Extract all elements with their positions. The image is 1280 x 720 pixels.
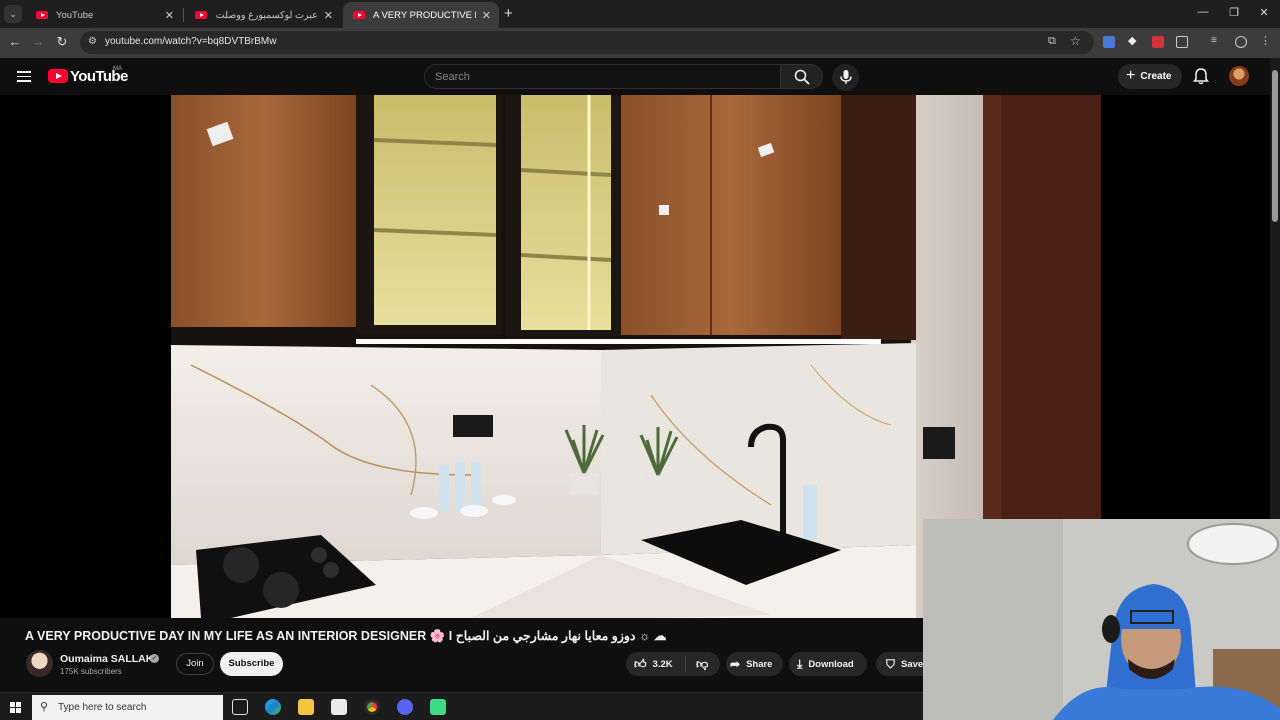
search-button[interactable]: [781, 64, 823, 89]
address-bar[interactable]: ⚙ youtube.com/watch?v=bq8DVTBrBMw ⧉ ☆: [80, 31, 1094, 54]
create-label: Create: [1140, 71, 1172, 82]
save-label: Save: [901, 658, 924, 670]
like-dislike-group: 👍︎ 3.2K 👎︎: [626, 652, 720, 676]
subscriber-count: 175K subscribers: [60, 667, 122, 676]
close-tab-icon[interactable]: ✕: [482, 9, 491, 22]
webcam-person-image: [923, 519, 1280, 720]
close-window-icon[interactable]: ✕: [1254, 6, 1274, 19]
close-tab-icon[interactable]: ✕: [324, 9, 333, 22]
video-title: A VERY PRODUCTIVE DAY IN MY LIFE AS AN I…: [25, 629, 667, 643]
join-button[interactable]: Join: [176, 653, 214, 675]
file-explorer-icon[interactable]: [298, 699, 314, 715]
forward-button[interactable]: →: [29, 34, 47, 49]
edge-browser-icon[interactable]: [265, 699, 281, 715]
site-info-icon[interactable]: ⚙: [88, 36, 97, 47]
notifications-bell-icon[interactable]: [1192, 67, 1210, 85]
browser-tab-video-arabic[interactable]: عبرت لوكسمبورغ ووصلت صواح... ✕: [185, 2, 341, 28]
account-avatar[interactable]: [1229, 66, 1249, 86]
verified-badge-icon: ✓: [150, 654, 159, 663]
menu-hamburger-icon[interactable]: [17, 71, 31, 82]
browser-menu-icon[interactable]: ⋮: [1260, 34, 1272, 47]
youtube-favicon-icon: [353, 11, 365, 19]
webcam-overlay: [923, 519, 1280, 720]
tab-list-dropdown-button[interactable]: ⌄: [4, 5, 22, 23]
extension-diamond-icon[interactable]: ◆: [1128, 34, 1140, 47]
browser-toolbar: ← → ↻ ⚙ youtube.com/watch?v=bq8DVTBrBMw …: [0, 28, 1280, 58]
like-button[interactable]: 👍︎ 3.2K: [626, 656, 686, 672]
extensions-puzzle-icon[interactable]: [1176, 36, 1188, 48]
minimize-window-icon[interactable]: —: [1193, 6, 1213, 18]
search-icon: [794, 69, 810, 85]
create-button[interactable]: + Create: [1118, 64, 1182, 89]
subscribe-button[interactable]: Subscribe: [220, 652, 283, 676]
search-input[interactable]: Search: [424, 64, 781, 89]
windows-taskbar: ⚲ Type here to search: [0, 692, 923, 720]
youtube-favicon-icon: [195, 11, 207, 19]
windows-start-icon[interactable]: [10, 702, 21, 713]
tab-title: عبرت لوكسمبورغ ووصلت صواح...: [215, 9, 318, 21]
youtube-favicon-icon: [36, 11, 48, 19]
channel-name[interactable]: Oumaima SALLAK: [60, 653, 153, 665]
browser-tab-strip: ⌄ YouTube ✕ عبرت لوكسمبورغ ووصلت صواح...…: [0, 0, 1280, 28]
chrome-browser-icon[interactable]: [364, 699, 380, 715]
microsoft-store-icon[interactable]: [331, 699, 347, 715]
tab-separator: [183, 8, 184, 22]
bookmark-star-icon[interactable]: ☆: [1070, 34, 1081, 48]
back-button[interactable]: ←: [6, 34, 24, 49]
channel-avatar[interactable]: [26, 650, 53, 677]
taskbar-search-placeholder: Type here to search: [58, 702, 147, 713]
new-tab-button[interactable]: +: [504, 5, 513, 22]
install-app-icon[interactable]: ⧉: [1048, 35, 1056, 48]
youtube-logo-icon[interactable]: [48, 69, 68, 83]
restore-window-icon[interactable]: ❐: [1224, 6, 1244, 19]
dislike-button[interactable]: 👎︎: [686, 657, 708, 672]
translate-extension-icon[interactable]: [1103, 36, 1115, 48]
taskbar-search-input[interactable]: ⚲ Type here to search: [32, 695, 223, 720]
tab-title: A VERY PRODUCTIVE DAY IN M: [373, 9, 476, 21]
search-icon: ⚲: [40, 701, 49, 713]
browser-tab-active-video[interactable]: A VERY PRODUCTIVE DAY IN M ✕: [343, 2, 499, 28]
download-label: Download: [808, 658, 854, 670]
thumbs-down-icon: 👎︎: [696, 656, 709, 671]
download-icon: ⤓: [797, 656, 803, 671]
thumbs-up-icon: 👍︎: [634, 656, 647, 671]
plus-icon: +: [1126, 66, 1136, 84]
download-button[interactable]: ⤓ Download: [789, 652, 867, 676]
share-button[interactable]: ➦ Share: [726, 652, 783, 676]
media-controls-icon[interactable]: ≡: [1211, 35, 1223, 47]
bookmark-save-icon: ⛉: [886, 656, 896, 671]
profile-icon[interactable]: [1235, 36, 1247, 48]
extension-red-icon[interactable]: [1152, 36, 1164, 48]
country-code: MA: [113, 66, 122, 72]
browser-tab-youtube[interactable]: YouTube ✕: [26, 2, 182, 28]
youtube-header: YouTube MA Search + Create: [0, 58, 1280, 95]
share-arrow-icon: ➦: [730, 657, 741, 671]
close-tab-icon[interactable]: ✕: [165, 9, 174, 22]
android-app-icon[interactable]: [430, 699, 446, 715]
voice-search-button[interactable]: [832, 64, 859, 91]
task-view-icon[interactable]: [232, 699, 248, 715]
reload-button[interactable]: ↻: [53, 34, 71, 50]
url-text: youtube.com/watch?v=bq8DVTBrBMw: [105, 36, 277, 47]
discord-icon[interactable]: [397, 699, 413, 715]
share-label: Share: [746, 658, 773, 670]
scrollbar-thumb[interactable]: [1272, 70, 1278, 222]
like-count: 3.2K: [652, 658, 673, 670]
tab-title: YouTube: [56, 9, 94, 21]
search-placeholder: Search: [435, 71, 470, 83]
microphone-icon: [840, 70, 852, 84]
